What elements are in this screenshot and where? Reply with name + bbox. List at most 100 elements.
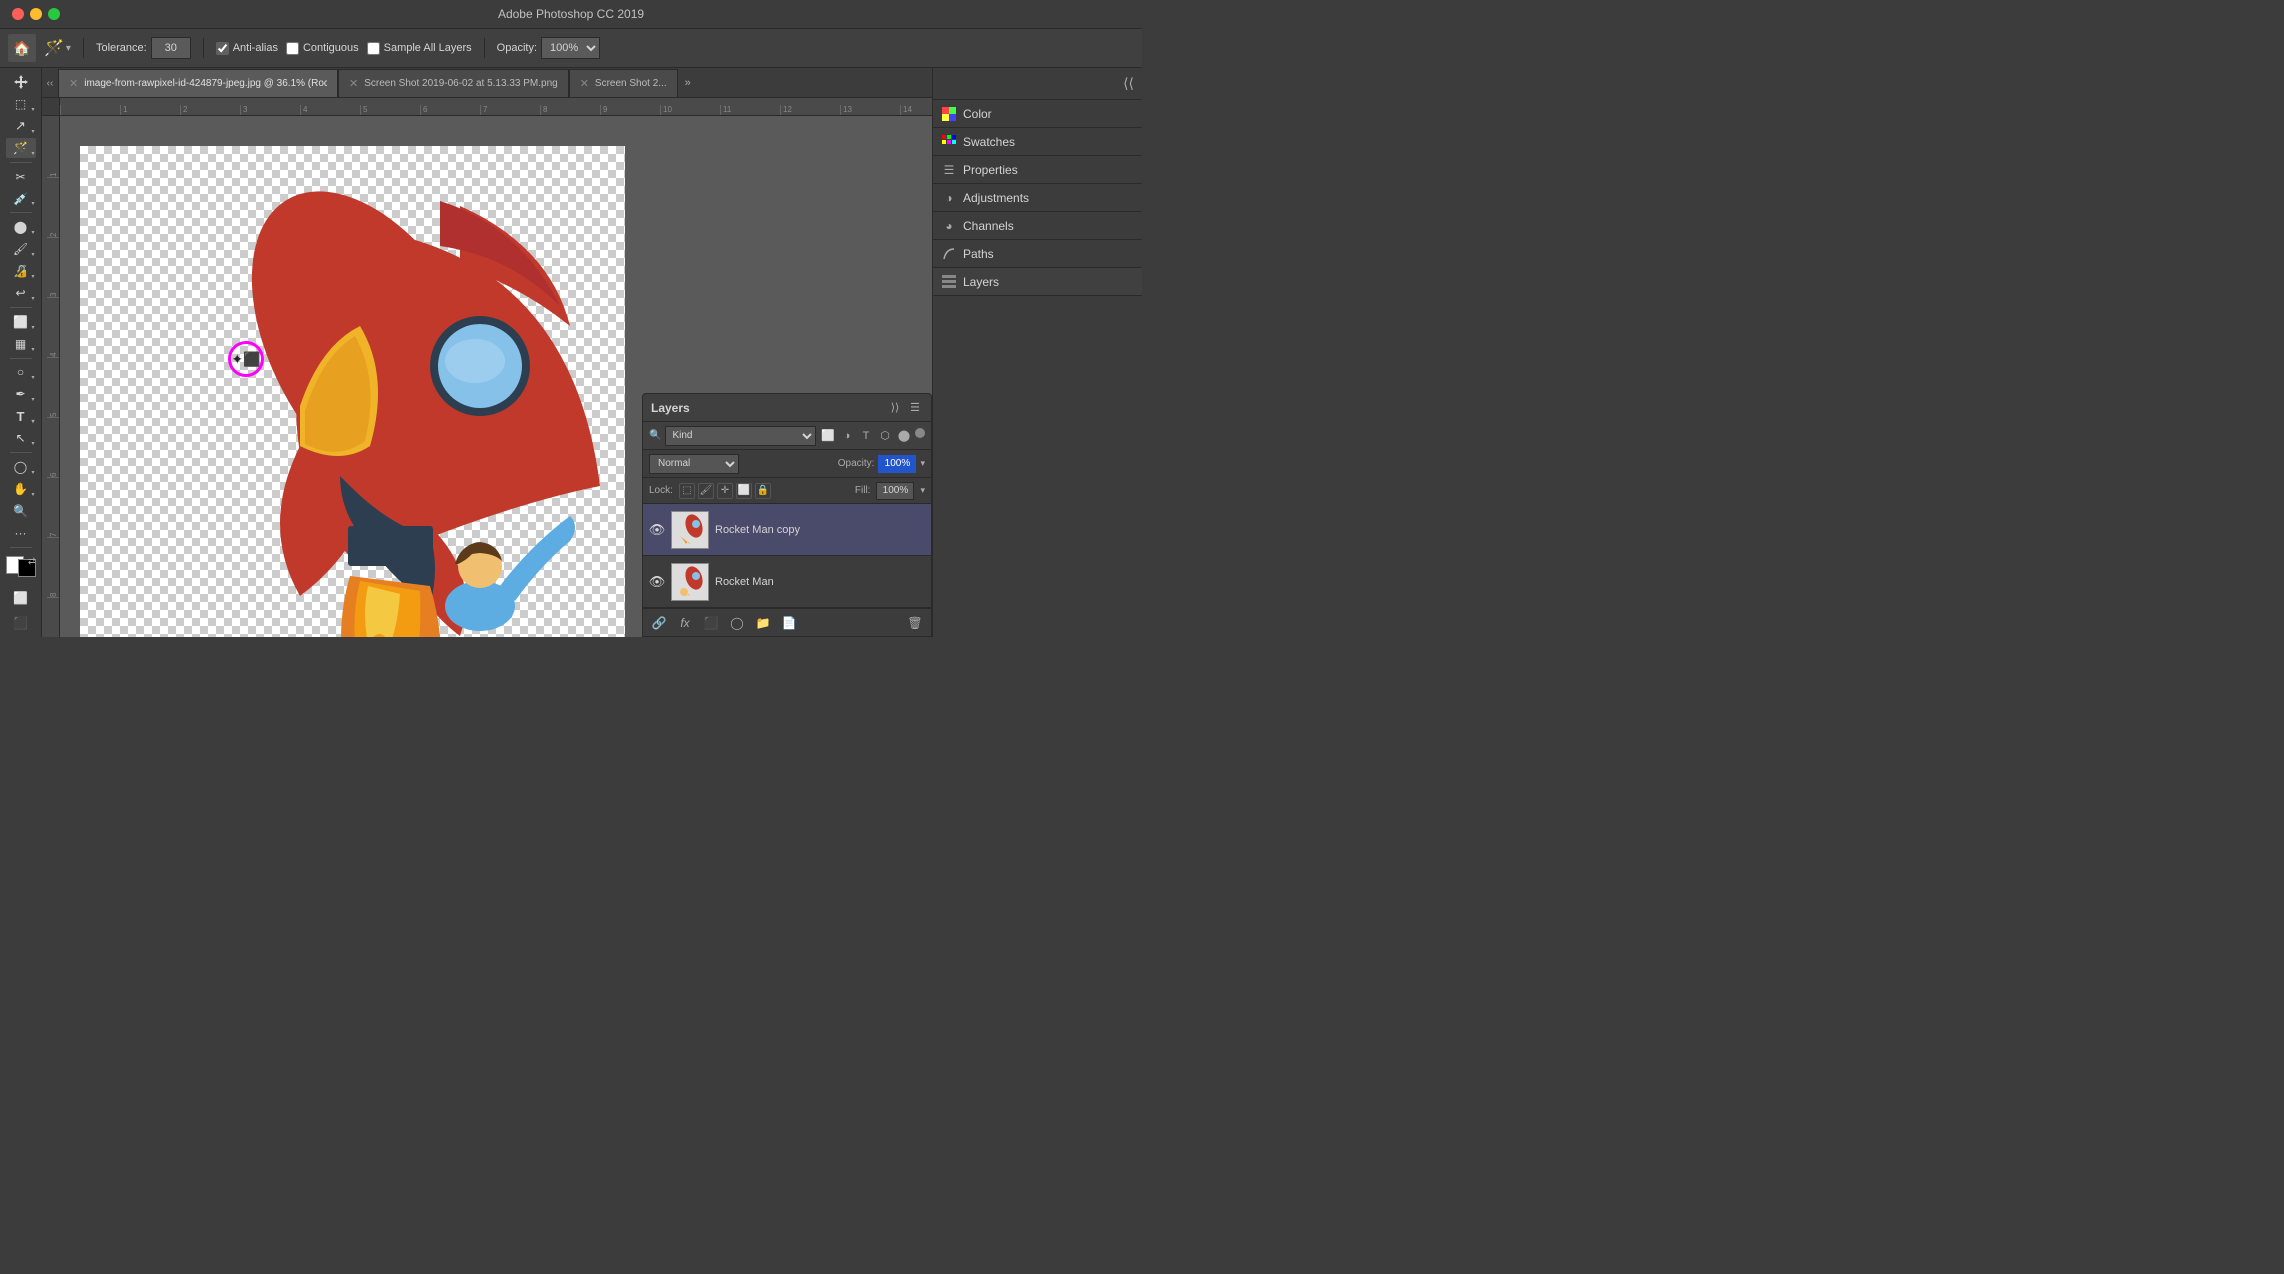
panel-section-adjustments[interactable]: ◑ Adjustments xyxy=(933,184,1142,212)
tab-image-rawpixel[interactable]: ✕ image-from-rawpixel-id-424879-jpeg.jpg… xyxy=(58,69,338,97)
layer-item-rocket-man-copy[interactable]: 👁 Rocket Man copy xyxy=(643,504,931,556)
vtick-2: 2 xyxy=(47,178,59,238)
eyedropper-tool[interactable]: 💉▾ xyxy=(6,189,36,209)
tab-screenshot-2[interactable]: ✕ Screen Shot 2... xyxy=(569,69,678,97)
tolerance-label: Tolerance: xyxy=(96,42,147,54)
magic-wand-tool active[interactable]: 🪄▾ xyxy=(6,138,36,158)
layer-visibility-1[interactable]: 👁 xyxy=(649,574,665,590)
tick-4: 4 xyxy=(300,105,360,115)
panel-section-color[interactable]: Color xyxy=(933,100,1142,128)
floating-layers-expand[interactable]: ⟩⟩ xyxy=(887,400,903,416)
layer-thumbnail-0 xyxy=(671,511,709,549)
tab-close-1[interactable]: ✕ xyxy=(349,77,358,90)
contiguous-checkbox[interactable] xyxy=(286,42,299,55)
lock-transparent-btn[interactable]: ⬚ xyxy=(679,483,695,499)
blend-mode-select[interactable]: Normal Multiply Screen xyxy=(649,454,739,474)
layer-fx-button[interactable]: fx xyxy=(675,613,695,633)
tabs-more-button[interactable]: » xyxy=(678,69,698,97)
tolerance-input[interactable] xyxy=(151,37,191,59)
anti-alias-checkbox[interactable] xyxy=(216,42,229,55)
opacity-select[interactable]: 100% 75% 50% xyxy=(541,37,600,59)
select-tool[interactable]: ⬚▾ xyxy=(6,94,36,114)
pen-tool[interactable]: ✒▾ xyxy=(6,384,36,404)
filter-adjustment-btn[interactable]: ◑ xyxy=(839,428,855,444)
filter-shape-btn[interactable]: ⬡ xyxy=(877,428,893,444)
eraser-tool[interactable]: ⬜▾ xyxy=(6,312,36,332)
home-button[interactable]: 🏠 xyxy=(8,34,36,62)
link-layers-button[interactable]: 🔗 xyxy=(649,613,669,633)
toolbox: ⬚▾ ↗▾ 🪄▾ ✂ 💉▾ ⬤▾ 🖌▾ 🔏▾ ↩▾ ⬜▾ ▦▾ ○▾ ✒▾ T▾… xyxy=(0,68,42,637)
sample-all-layers-checkbox[interactable] xyxy=(367,42,380,55)
opacity-dropdown-icon[interactable]: ▾ xyxy=(920,458,925,469)
path-select-tool[interactable]: ↖▾ xyxy=(6,428,36,448)
adjustment-layer-button[interactable]: ⬛ xyxy=(701,613,721,633)
zoom-tool[interactable]: 🔍 xyxy=(6,501,36,521)
filter-smart-btn[interactable]: ⬤ xyxy=(896,428,912,444)
panel-section-paths[interactable]: Paths xyxy=(933,240,1142,268)
maximize-button[interactable] xyxy=(48,8,60,20)
layers-panel-label: Layers xyxy=(963,275,999,289)
filter-pixel-btn[interactable]: ⬜ xyxy=(820,428,836,444)
tick-3: 3 xyxy=(240,105,300,115)
tabs-bar: ‹‹ ✕ image-from-rawpixel-id-424879-jpeg.… xyxy=(42,68,932,98)
layer-visibility-0[interactable]: 👁 xyxy=(649,522,665,538)
document-canvas[interactable]: ✦⬛ xyxy=(80,146,625,637)
shape-tool[interactable]: ◯▾ xyxy=(6,457,36,477)
anti-alias-group: Anti-alias xyxy=(216,42,278,55)
hand-tool[interactable]: ✋▾ xyxy=(6,479,36,499)
tool-separator-4 xyxy=(10,358,32,359)
lock-artboard-btn[interactable]: ⬜ xyxy=(736,483,752,499)
type-tool[interactable]: T▾ xyxy=(6,406,36,426)
tick-7: 7 xyxy=(480,105,540,115)
dodge-tool[interactable]: ○▾ xyxy=(6,363,36,383)
screen-mode-button[interactable]: ⬛ xyxy=(6,613,36,633)
lock-all-btn[interactable]: 🔒 xyxy=(755,483,771,499)
panel-section-swatches[interactable]: Swatches xyxy=(933,128,1142,156)
color-panel-label: Color xyxy=(963,107,992,121)
close-button[interactable] xyxy=(12,8,24,20)
crop-tool[interactable]: ✂ xyxy=(6,167,36,187)
new-group-button[interactable]: 📁 xyxy=(753,613,773,633)
stamp-tool[interactable]: 🔏▾ xyxy=(6,261,36,281)
panel-section-layers[interactable]: Layers xyxy=(933,268,1142,296)
move-tool[interactable] xyxy=(6,72,36,92)
lock-position-btn[interactable]: ✛ xyxy=(717,483,733,499)
filter-type-btn[interactable]: T xyxy=(858,428,874,444)
brush-tool[interactable]: 🖌▾ xyxy=(6,239,36,259)
tabs-prev-button[interactable]: ‹‹ xyxy=(42,69,58,97)
tool-separator-5 xyxy=(10,452,32,453)
tab-close-0[interactable]: ✕ xyxy=(69,77,78,90)
fill-dropdown-icon[interactable]: ▾ xyxy=(920,485,925,496)
toolbar-divider-3 xyxy=(484,38,485,58)
panel-section-properties[interactable]: ☰ Properties xyxy=(933,156,1142,184)
opacity-input-layers[interactable] xyxy=(878,455,916,473)
panel-toggle-bar: ⟨⟨ xyxy=(933,68,1142,100)
panel-collapse-btn[interactable]: ⟨⟨ xyxy=(1123,75,1134,92)
swap-colors-icon[interactable]: ⇄ xyxy=(28,556,36,567)
new-layer-button[interactable]: 📄 xyxy=(779,613,799,633)
layer-thumbnail-1 xyxy=(671,563,709,601)
tab-close-2[interactable]: ✕ xyxy=(580,77,589,90)
layer-mask-button[interactable]: ◯ xyxy=(727,613,747,633)
gradient-tool[interactable]: ▦▾ xyxy=(6,334,36,354)
minimize-button[interactable] xyxy=(30,8,42,20)
lasso-tool[interactable]: ↗▾ xyxy=(6,116,36,136)
panel-section-channels[interactable]: ◕ Channels xyxy=(933,212,1142,240)
layer-item-rocket-man[interactable]: 👁 Rocket Man xyxy=(643,556,931,608)
properties-icon: ☰ xyxy=(941,162,957,178)
history-brush-tool[interactable]: ↩▾ xyxy=(6,283,36,303)
lock-image-btn[interactable]: 🖌 xyxy=(698,483,714,499)
tab-screenshot-1[interactable]: ✕ Screen Shot 2019-06-02 at 5.13.33 PM.p… xyxy=(338,69,569,97)
vtick-8: 8 xyxy=(47,538,59,598)
quick-mask-button[interactable]: ⬜ xyxy=(6,585,36,611)
extras-tool[interactable]: ··· xyxy=(6,523,36,543)
vtick-7: 7 xyxy=(47,478,59,538)
fill-input[interactable] xyxy=(876,482,914,500)
vtick-6: 6 xyxy=(47,418,59,478)
spot-heal-tool[interactable]: ⬤▾ xyxy=(6,217,36,237)
delete-layer-button[interactable]: 🗑 xyxy=(905,613,925,633)
kind-select[interactable]: Kind xyxy=(665,426,816,446)
canvas-document-area[interactable]: ✦⬛ Layers ⟩⟩ ☰ 🔍 Kind xyxy=(60,116,932,637)
quick-mask-btn[interactable]: ⬜ xyxy=(6,585,36,611)
floating-layers-menu[interactable]: ☰ xyxy=(907,400,923,416)
